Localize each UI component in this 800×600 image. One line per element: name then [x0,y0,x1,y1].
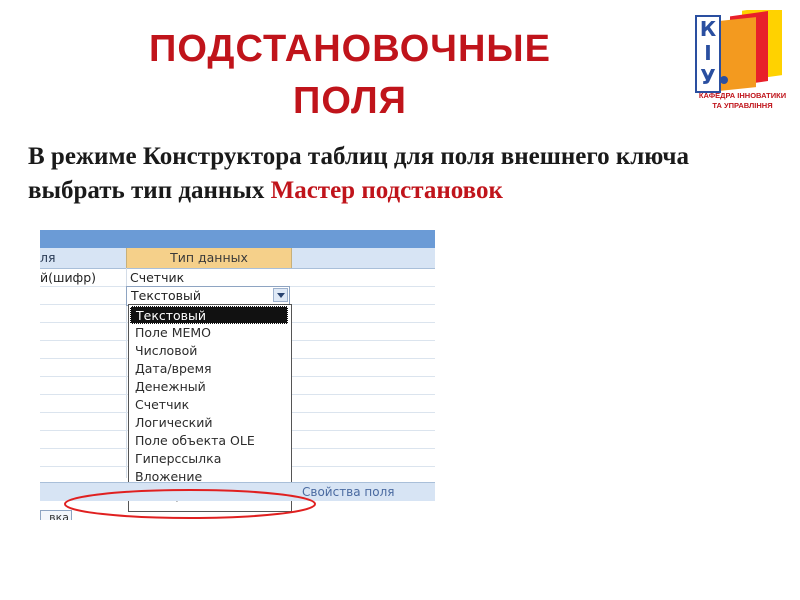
logo-letter-k: К [700,17,717,41]
option-boolean[interactable]: Логический [130,414,288,432]
window-top-bar [40,230,435,248]
logo-caption-line-1: КАФЕДРА ІННОВАТИКИ [698,91,787,100]
field-name-cell[interactable]: й(шифр) [40,270,96,285]
access-table-designer-screenshot: ля Тип данных й(шифр) Счетчик Текстовый … [40,230,435,520]
header-data-type-label: Тип данных [170,250,248,265]
option-text[interactable]: Текстовый [130,306,288,324]
option-datetime[interactable]: Дата/время [130,360,288,378]
option-memo[interactable]: Поле МЕМО [130,324,288,342]
chevron-down-icon[interactable] [273,288,288,302]
option-currency[interactable]: Денежный [130,378,288,396]
title-line-1: ПОДСТАНОВОЧНЫЕ [149,28,551,70]
grid-header-row: ля Тип данных [40,248,435,269]
option-number[interactable]: Числовой [130,342,288,360]
option-hyperlink[interactable]: Гиперссылка [130,450,288,468]
title-line-2: ПОЛЯ [293,80,407,122]
header-field-name: ля [40,250,56,265]
logo-letter-i: І [704,41,711,65]
data-type-combobox[interactable]: Текстовый [126,286,290,306]
data-type-combobox-value: Текстовый [131,288,202,303]
field-type-cell[interactable]: Счетчик [130,270,184,285]
instruction-text: В режиме Конструктора таблиц для поля вн… [28,140,788,208]
logo-letter-u: У [700,65,715,89]
option-autonumber[interactable]: Счетчик [130,396,288,414]
instruction-highlight: Мастер подстановок [270,177,503,204]
header-data-type[interactable]: Тип данных [126,248,292,268]
highlight-ellipse [64,489,316,519]
logo-caption: КАФЕДРА ІННОВАТИКИ ТА УПРАВЛІННЯ [690,91,795,111]
data-type-dropdown-list: Текстовый Поле МЕМО Числовой Дата/время … [128,304,292,512]
logo-caption-line-2: ТА УПРАВЛІННЯ [712,101,773,110]
option-ole-object[interactable]: Поле объекта OLE [130,432,288,450]
